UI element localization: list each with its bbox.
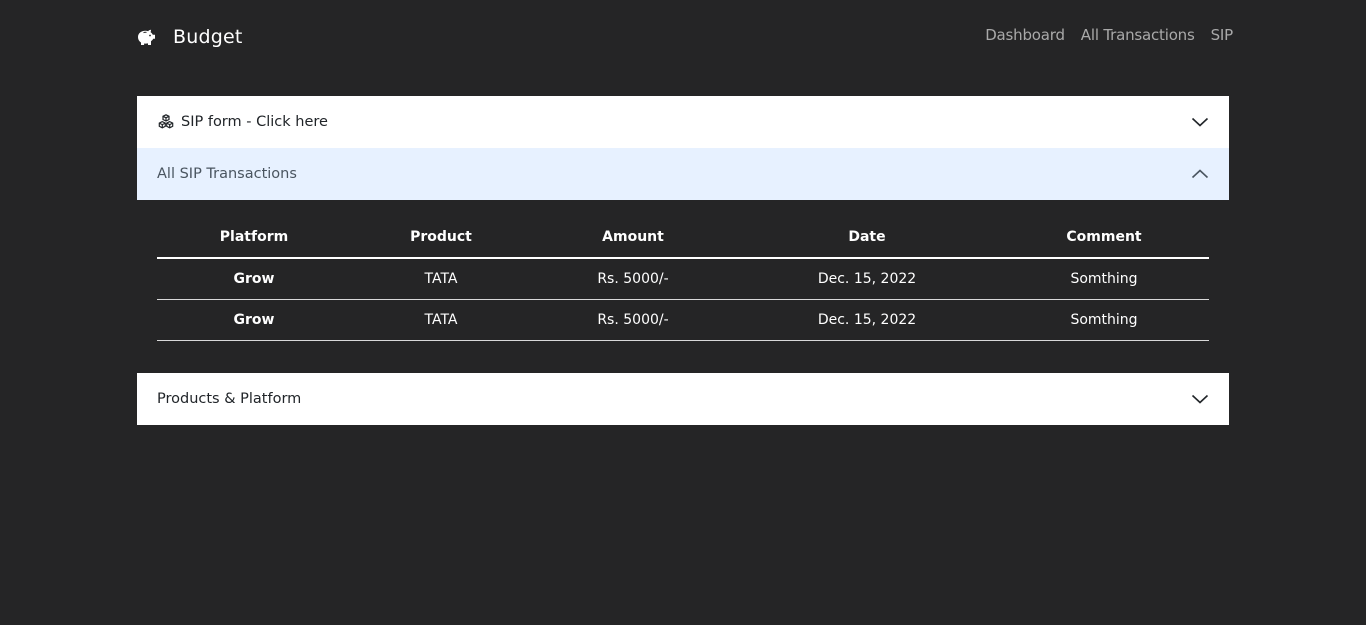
column-header-date: Date — [735, 216, 999, 259]
nav-link-sip[interactable]: SIP — [1211, 26, 1234, 44]
cell-comment: Somthing — [999, 258, 1209, 300]
column-header-platform: Platform — [157, 216, 351, 259]
cell-product: TATA — [351, 299, 531, 341]
nav-link-dashboard[interactable]: Dashboard — [985, 26, 1065, 44]
chevron-down-icon — [1191, 394, 1209, 404]
accordion-header-label: Products & Platform — [157, 391, 302, 407]
accordion-header-sip-form[interactable]: SIP form - Click here — [137, 96, 1229, 148]
chevron-down-icon — [1191, 117, 1209, 127]
accordion-header-label: All SIP Transactions — [157, 166, 297, 182]
cell-amount: Rs. 5000/- — [531, 258, 735, 300]
cell-date: Dec. 15, 2022 — [735, 258, 999, 300]
cell-comment: Somthing — [999, 299, 1209, 341]
chevron-up-icon — [1191, 169, 1209, 179]
boxes-icon — [158, 114, 174, 129]
brand-name: Budget — [173, 26, 243, 48]
accordion-header-products[interactable]: Products & Platform — [137, 373, 1229, 425]
cell-amount: Rs. 5000/- — [531, 299, 735, 341]
table-row: Grow TATA Rs. 5000/- Dec. 15, 2022 Somth… — [157, 299, 1209, 341]
column-header-product: Product — [351, 216, 531, 259]
nav-link-all-transactions[interactable]: All Transactions — [1081, 26, 1195, 44]
accordion: SIP form - Click here All SIP Transactio… — [137, 96, 1229, 425]
accordion-header-transactions[interactable]: All SIP Transactions — [137, 148, 1229, 200]
table-row: Grow TATA Rs. 5000/- Dec. 15, 2022 Somth… — [157, 258, 1209, 300]
cell-platform: Grow — [157, 299, 351, 341]
accordion-header-label: SIP form - Click here — [181, 114, 328, 130]
column-header-comment: Comment — [999, 216, 1209, 259]
navbar: Budget Dashboard All Transactions SIP — [0, 0, 1366, 72]
table-header-row: Platform Product Amount Date Comment — [157, 216, 1209, 259]
cell-date: Dec. 15, 2022 — [735, 299, 999, 341]
piggy-bank-icon — [138, 29, 155, 45]
nav-links: Dashboard All Transactions SIP — [985, 26, 1233, 44]
brand-link[interactable]: Budget — [134, 22, 243, 52]
cell-product: TATA — [351, 258, 531, 300]
accordion-body-transactions: Platform Product Amount Date Comment Gro… — [137, 200, 1229, 373]
sip-transactions-table: Platform Product Amount Date Comment Gro… — [157, 216, 1209, 341]
column-header-amount: Amount — [531, 216, 735, 259]
cell-platform: Grow — [157, 258, 351, 300]
